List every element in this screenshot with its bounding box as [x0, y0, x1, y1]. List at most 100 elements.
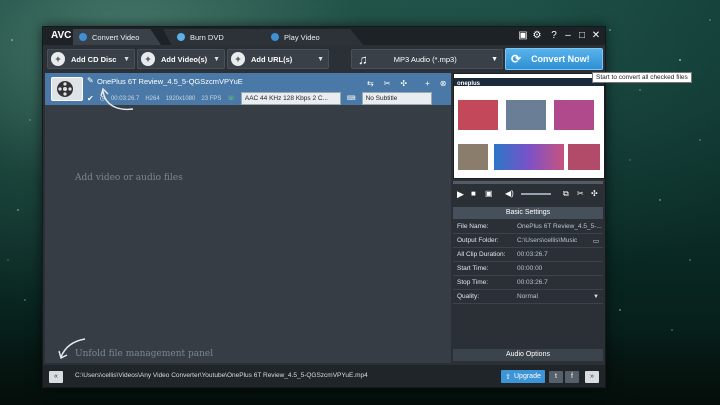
fps: 23 FPS — [201, 95, 222, 102]
play-icon — [271, 33, 279, 41]
chevron-down-icon: ▼ — [317, 55, 324, 63]
setting-quality[interactable]: Quality: Normal ▼ — [453, 290, 603, 304]
arrow-up-icon: ⇧ — [505, 373, 511, 381]
button-label: Add URL(s) — [251, 54, 293, 64]
preview-tile — [494, 144, 564, 170]
title-bar: AVC Convert Video Burn DVD Play Video ▣ … — [43, 27, 605, 45]
add-icon[interactable]: + — [425, 79, 430, 88]
effects-icon[interactable]: ✣ — [400, 79, 407, 88]
button-label: Convert Now! — [531, 54, 590, 64]
preview-tile — [458, 100, 498, 130]
preview-tile — [568, 144, 600, 170]
feedback-icon[interactable]: ▣ — [517, 30, 529, 41]
refresh-icon[interactable]: ⇆ — [367, 79, 374, 88]
cut-icon[interactable]: ✂ — [577, 189, 584, 198]
twitter-icon[interactable]: t — [549, 371, 563, 383]
toolbar: + Add CD Disc ▼ + Add Video(s) ▼ + Add U… — [43, 45, 605, 71]
setting-key: Quality: — [457, 293, 480, 300]
setting-value: Normal — [517, 293, 538, 300]
setting-all-clip-duration: All Clip Duration: 00:03:26.7 — [453, 248, 603, 262]
tab-play-video[interactable]: Play Video — [257, 29, 363, 45]
chevron-down-icon: ▼ — [213, 55, 220, 63]
button-label: Add CD Disc — [71, 54, 117, 64]
hint-arrow-icon — [100, 87, 134, 111]
setting-stop-time[interactable]: Stop Time: 00:03:26.7 — [453, 276, 603, 290]
subtitle-select[interactable]: No Subtitle — [361, 92, 432, 105]
audio-track-select[interactable]: AAC 44 KHz 128 Kbps 2 C... — [240, 92, 341, 105]
setting-value: 00:00:00 — [517, 265, 543, 272]
volume-slider[interactable] — [521, 193, 551, 195]
chevron-down-icon: ▼ — [491, 55, 498, 63]
stop-icon[interactable]: ■ — [471, 189, 476, 198]
close-button[interactable]: ✕ — [590, 30, 602, 41]
subtitle-icon: ⌨ — [346, 96, 356, 102]
file-list-panel[interactable]: ✎ OnePlus 6T Review_4.5_5-QGSzcmVPYuE ✔ … — [45, 73, 451, 363]
setting-key: All Clip Duration: — [457, 251, 506, 258]
preview-tile — [554, 100, 594, 130]
right-panel: oneplus ▶ ■ ▣ ◀) ⧉ ✂ ✣ Basic Settings Fi… — [453, 73, 605, 363]
film-reel-icon — [57, 81, 73, 97]
chevron-down-icon: ▼ — [593, 293, 599, 300]
file-title: OnePlus 6T Review_4.5_5-QGSzcmVPYuE — [97, 77, 243, 86]
preview-site-logo: oneplus — [457, 81, 481, 87]
output-format-select[interactable]: ♫ MP3 Audio (*.mp3) ▼ — [351, 49, 503, 69]
video-preview: oneplus — [453, 73, 605, 179]
setting-file-name[interactable]: File Name: OnePlus 6T Review_4.5_5-... — [453, 220, 603, 234]
chevron-down-icon: ▼ — [123, 55, 130, 63]
setting-key: Output Folder: — [457, 237, 499, 244]
snapshot-icon[interactable]: ▣ — [485, 189, 493, 198]
add-urls-button[interactable]: + Add URL(s) ▼ — [227, 49, 329, 69]
file-thumbnail — [51, 77, 83, 101]
upgrade-button[interactable]: ⇧ Upgrade — [501, 370, 545, 383]
preview-tile — [458, 144, 488, 170]
convert-icon — [79, 33, 87, 41]
collapse-panel-button[interactable]: « — [49, 371, 63, 383]
convert-now-button[interactable]: ⟳ Convert Now! — [505, 48, 603, 70]
button-label: Upgrade — [514, 373, 541, 380]
remove-icon[interactable]: ⊗ — [440, 79, 447, 88]
seek-bar[interactable] — [453, 181, 603, 184]
player-controls: ▶ ■ ▣ ◀) ⧉ ✂ ✣ — [453, 179, 603, 205]
folder-icon[interactable]: ▭ — [593, 237, 599, 245]
film-plus-icon: + — [141, 52, 155, 66]
globe-plus-icon: + — [231, 52, 245, 66]
setting-value: 00:03:26.7 — [517, 279, 548, 286]
edit-pencil-icon[interactable]: ✎ — [87, 76, 94, 85]
preview-header-bar: oneplus — [454, 78, 604, 87]
audio-options-header[interactable]: Audio Options — [453, 349, 603, 361]
setting-key: Stop Time: — [457, 279, 489, 286]
play-icon[interactable]: ▶ — [457, 189, 464, 200]
facebook-icon[interactable]: f — [565, 371, 579, 383]
tab-convert-video[interactable]: Convert Video — [73, 29, 161, 45]
disc-icon — [177, 33, 185, 41]
tab-label: Burn DVD — [190, 32, 224, 42]
audio-icon: ☏ — [227, 96, 235, 102]
format-label: MP3 Audio (*.mp3) — [393, 54, 457, 64]
minimize-button[interactable]: – — [562, 30, 574, 41]
setting-key: Start Time: — [457, 265, 489, 272]
basic-settings-header[interactable]: Basic Settings — [453, 207, 603, 219]
setting-output-folder[interactable]: Output Folder: C:\Users\cellis\Music ▭ — [453, 234, 603, 248]
cut-icon[interactable]: ✂ — [384, 79, 391, 88]
tab-burn-dvd[interactable]: Burn DVD — [163, 29, 269, 45]
maximize-button[interactable]: □ — [576, 30, 588, 41]
tab-label: Convert Video — [92, 32, 140, 42]
cd-plus-icon: + — [51, 52, 65, 66]
subtitle-label: No Subtitle — [365, 95, 398, 102]
row-actions: ⇆ ✂ ✣ + ⊗ — [367, 79, 446, 88]
effects-icon[interactable]: ✣ — [591, 189, 598, 198]
convert-tooltip: Start to convert all checked files — [592, 72, 692, 83]
expand-panel-button[interactable]: » — [585, 371, 599, 383]
volume-icon[interactable]: ◀) — [505, 189, 514, 198]
setting-value: 00:03:26.7 — [517, 251, 548, 258]
crop-icon[interactable]: ⧉ — [563, 189, 569, 199]
setting-value: C:\Users\cellis\Music — [517, 237, 578, 244]
gear-icon[interactable]: ⚙ — [531, 30, 543, 41]
add-cd-disc-button[interactable]: + Add CD Disc ▼ — [47, 49, 135, 69]
status-bar: « C:\Users\cellis\Videos\Any Video Conve… — [43, 365, 605, 387]
help-icon[interactable]: ? — [548, 30, 560, 41]
setting-key: File Name: — [457, 223, 489, 230]
checkbox[interactable]: ✔ — [87, 94, 94, 103]
add-videos-button[interactable]: + Add Video(s) ▼ — [137, 49, 225, 69]
setting-start-time[interactable]: Start Time: 00:00:00 — [453, 262, 603, 276]
